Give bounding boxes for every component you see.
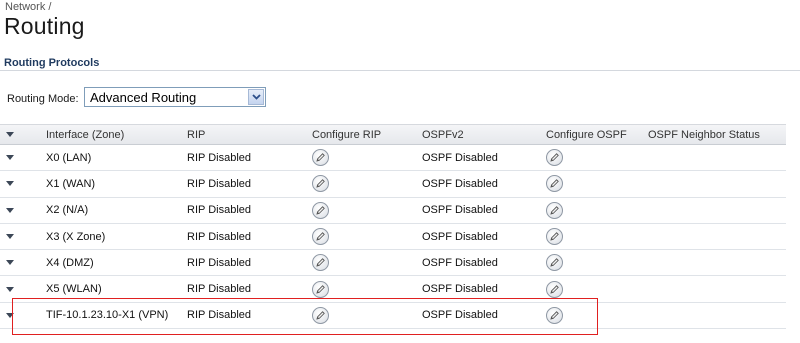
section-title: Routing Protocols [4,57,100,69]
pencil-edit-icon [316,258,325,267]
ospf-status: OSPF Disabled [422,309,498,322]
configure-ospf-button[interactable] [546,254,563,272]
chevron-down-icon [6,260,14,266]
expand-all-toggle[interactable] [6,125,26,144]
ospf-status: OSPF Disabled [422,204,498,217]
rip-status: RIP Disabled [187,204,251,217]
configure-ospf-button[interactable] [546,175,563,193]
pencil-edit-icon [316,179,325,189]
ospf-status: OSPF Disabled [422,230,498,243]
pencil-edit-icon [550,153,559,162]
interface-name: X0 (LAN) [46,151,92,164]
interface-name: TIF-10.1.23.10-X1 (VPN) [46,309,169,322]
configure-ospf-button[interactable] [546,149,563,167]
pencil-edit-icon [316,153,325,162]
table-row: X1 (WAN) RIP Disabled OSPF Disabled [0,171,786,198]
chevron-down-icon [6,286,14,292]
header-configure-rip: Configure RIP [312,128,382,141]
table-row: X4 (DMZ) RIP Disabled OSPF Disabled [0,250,786,277]
row-expand-toggle[interactable] [6,250,26,275]
pencil-edit-icon [550,179,559,189]
row-expand-toggle[interactable] [6,224,26,249]
configure-ospf-button[interactable] [546,228,563,246]
table-row: X2 (N/A) RIP Disabled OSPF Disabled [0,197,786,224]
row-expand-toggle[interactable] [6,198,26,223]
interface-name: X2 (N/A) [46,204,89,217]
rip-status: RIP Disabled [187,151,251,164]
row-expand-toggle[interactable] [6,145,26,170]
ospf-status: OSPF Disabled [422,283,498,296]
configure-rip-button[interactable] [312,149,329,167]
interface-name: X5 (WLAN) [46,283,102,296]
pencil-edit-icon [550,311,559,320]
pencil-edit-icon [550,205,559,215]
header-neighbor-status[interactable]: OSPF Neighbor Status [648,125,760,144]
interface-name: X1 (WAN) [46,177,96,190]
rip-status: RIP Disabled [187,177,251,190]
header-interface[interactable]: Interface (Zone) [46,125,124,144]
configure-rip-button[interactable] [312,306,329,324]
pencil-edit-icon [316,311,325,320]
chevron-down-icon [6,155,14,161]
configure-rip-button[interactable] [312,201,329,219]
routing-mode-value: Advanced Routing [90,90,197,105]
ospf-status: OSPF Disabled [422,177,498,190]
table-header: Interface (Zone) RIP Configure RIP OSPFv… [0,124,786,145]
table-row: X3 (X Zone) RIP Disabled OSPF Disabled [0,223,786,251]
rip-status: RIP Disabled [187,256,251,269]
interface-name: X3 (X Zone) [46,230,106,243]
section-divider [0,70,800,71]
pencil-edit-icon [550,258,559,267]
rip-status: RIP Disabled [187,283,251,296]
rip-status: RIP Disabled [187,230,251,243]
pencil-edit-icon [550,284,559,294]
configure-rip-button[interactable] [312,280,329,298]
chevron-down-icon [6,132,14,137]
ospf-status: OSPF Disabled [422,151,498,164]
ospf-status: OSPF Disabled [422,256,498,269]
row-expand-toggle[interactable] [6,276,26,301]
row-expand-toggle[interactable] [6,303,26,328]
row-expand-toggle[interactable] [6,171,26,196]
configure-ospf-button[interactable] [546,201,563,219]
routing-mode-label: Routing Mode: [7,93,79,105]
pencil-edit-icon [316,232,325,241]
chevron-down-icon [6,207,14,213]
header-rip[interactable]: RIP [187,125,205,144]
header-configure-ospf: Configure OSPF [546,128,627,141]
chevron-down-icon [6,312,14,318]
routing-mode-select[interactable]: Advanced Routing [84,87,266,107]
rip-status: RIP Disabled [187,309,251,322]
table-row: X0 (LAN) RIP Disabled OSPF Disabled [0,145,786,172]
page-title: Routing [4,13,85,39]
interface-name: X4 (DMZ) [46,256,94,269]
header-ospf[interactable]: OSPFv2 [422,125,464,144]
routing-table: Interface (Zone) RIP Configure RIP OSPFv… [0,124,786,330]
breadcrumb[interactable]: Network / [5,1,51,13]
table-row: X5 (WLAN) RIP Disabled OSPF Disabled [0,276,786,303]
pencil-edit-icon [550,232,559,241]
configure-ospf-button[interactable] [546,280,563,298]
configure-rip-button[interactable] [312,254,329,272]
pencil-edit-icon [316,205,325,215]
pencil-edit-icon [316,284,325,294]
configure-rip-button[interactable] [312,175,329,193]
chevron-down-icon [6,181,14,187]
chevron-down-icon [6,234,14,240]
configure-rip-button[interactable] [312,228,329,246]
dropdown-arrow-icon[interactable] [248,89,264,105]
configure-ospf-button[interactable] [546,306,563,324]
table-row: TIF-10.1.23.10-X1 (VPN) RIP Disabled OSP… [0,302,786,330]
